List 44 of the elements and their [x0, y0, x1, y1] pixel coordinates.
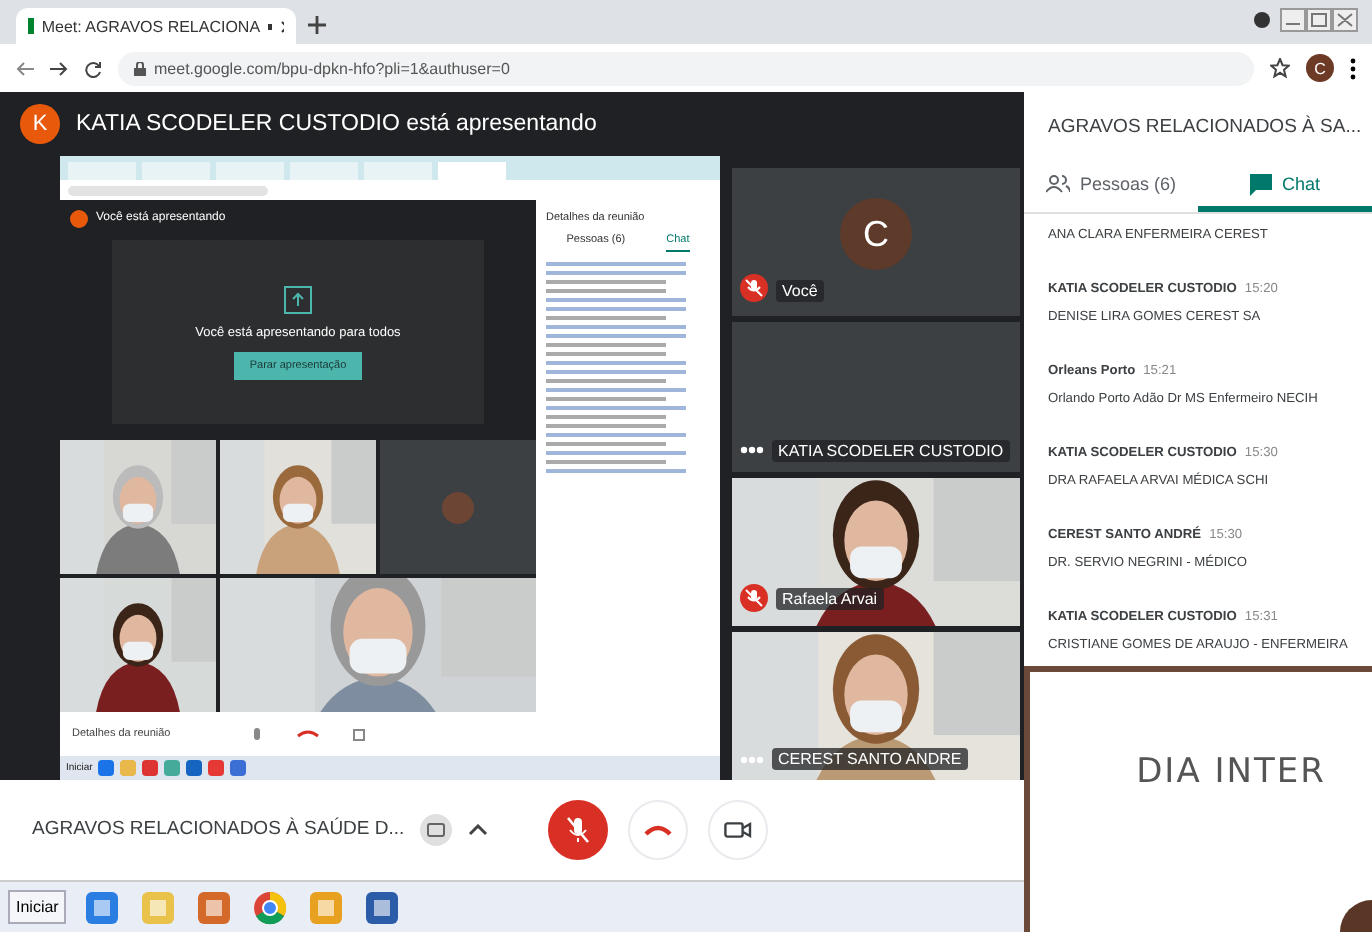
presenter-avatar: K — [20, 104, 60, 144]
participant-name: Você — [776, 279, 824, 302]
camera-icon — [724, 820, 752, 840]
people-icon — [1045, 174, 1070, 195]
call-controls-icon — [250, 726, 371, 742]
panel-title: AGRAVOS RELACIONADOS À SA... — [1048, 116, 1362, 139]
record-icon — [1252, 10, 1272, 30]
taskbar-app-icon[interactable] — [194, 887, 235, 927]
mic-off-icon — [740, 583, 768, 612]
mic-off-icon — [566, 816, 590, 844]
star-icon[interactable] — [1270, 58, 1290, 78]
participant-name: CEREST SANTO ANDRE — [772, 748, 968, 770]
info-icon[interactable] — [420, 814, 453, 846]
participant-avatar: C — [840, 198, 912, 271]
mic-off-icon — [740, 274, 768, 303]
present-icon — [284, 285, 312, 313]
participant-name: KATIA SCODELER CUSTODIO — [772, 439, 1010, 461]
more-icon[interactable] — [1350, 57, 1356, 79]
chat-icon — [1249, 173, 1272, 196]
poster-heading: DIA INTER — [1136, 752, 1326, 796]
end-call-button[interactable] — [628, 800, 688, 860]
lock-icon — [134, 61, 146, 75]
window-buttons-icon[interactable] — [1280, 8, 1360, 32]
new-tab-icon[interactable] — [308, 16, 326, 34]
presenter-title: KATIA SCODELER CUSTODIO está apresentando — [76, 112, 597, 136]
profile-avatar[interactable]: C — [1306, 54, 1334, 82]
participant-avatar — [442, 491, 474, 523]
start-button[interactable]: Iniciar — [8, 890, 67, 924]
taskbar-app-icon[interactable] — [82, 887, 123, 927]
participant-name: Rafaela Arvai — [776, 588, 884, 611]
reload-icon[interactable] — [84, 59, 102, 77]
address-bar[interactable]: meet.google.com/bpu-dpkn-hfo?pli=1&authuser=0 — [118, 51, 1254, 85]
mic-button[interactable] — [548, 800, 608, 860]
taskbar-app-icon[interactable] — [250, 887, 291, 927]
chevron-up-icon[interactable] — [468, 824, 489, 836]
presenter-avatar — [70, 209, 88, 227]
panel-tab[interactable]: Chat — [1198, 163, 1372, 212]
back-icon[interactable] — [16, 59, 34, 77]
forward-icon[interactable] — [50, 59, 68, 77]
camera-button[interactable] — [708, 800, 768, 860]
phone-icon — [644, 822, 672, 838]
meeting-title: AGRAVOS RELACIONADOS À SAÚDE D... — [32, 816, 405, 844]
taskbar-app-icon[interactable] — [362, 887, 403, 927]
panel-tab[interactable]: Pessoas (6) — [1024, 163, 1198, 212]
